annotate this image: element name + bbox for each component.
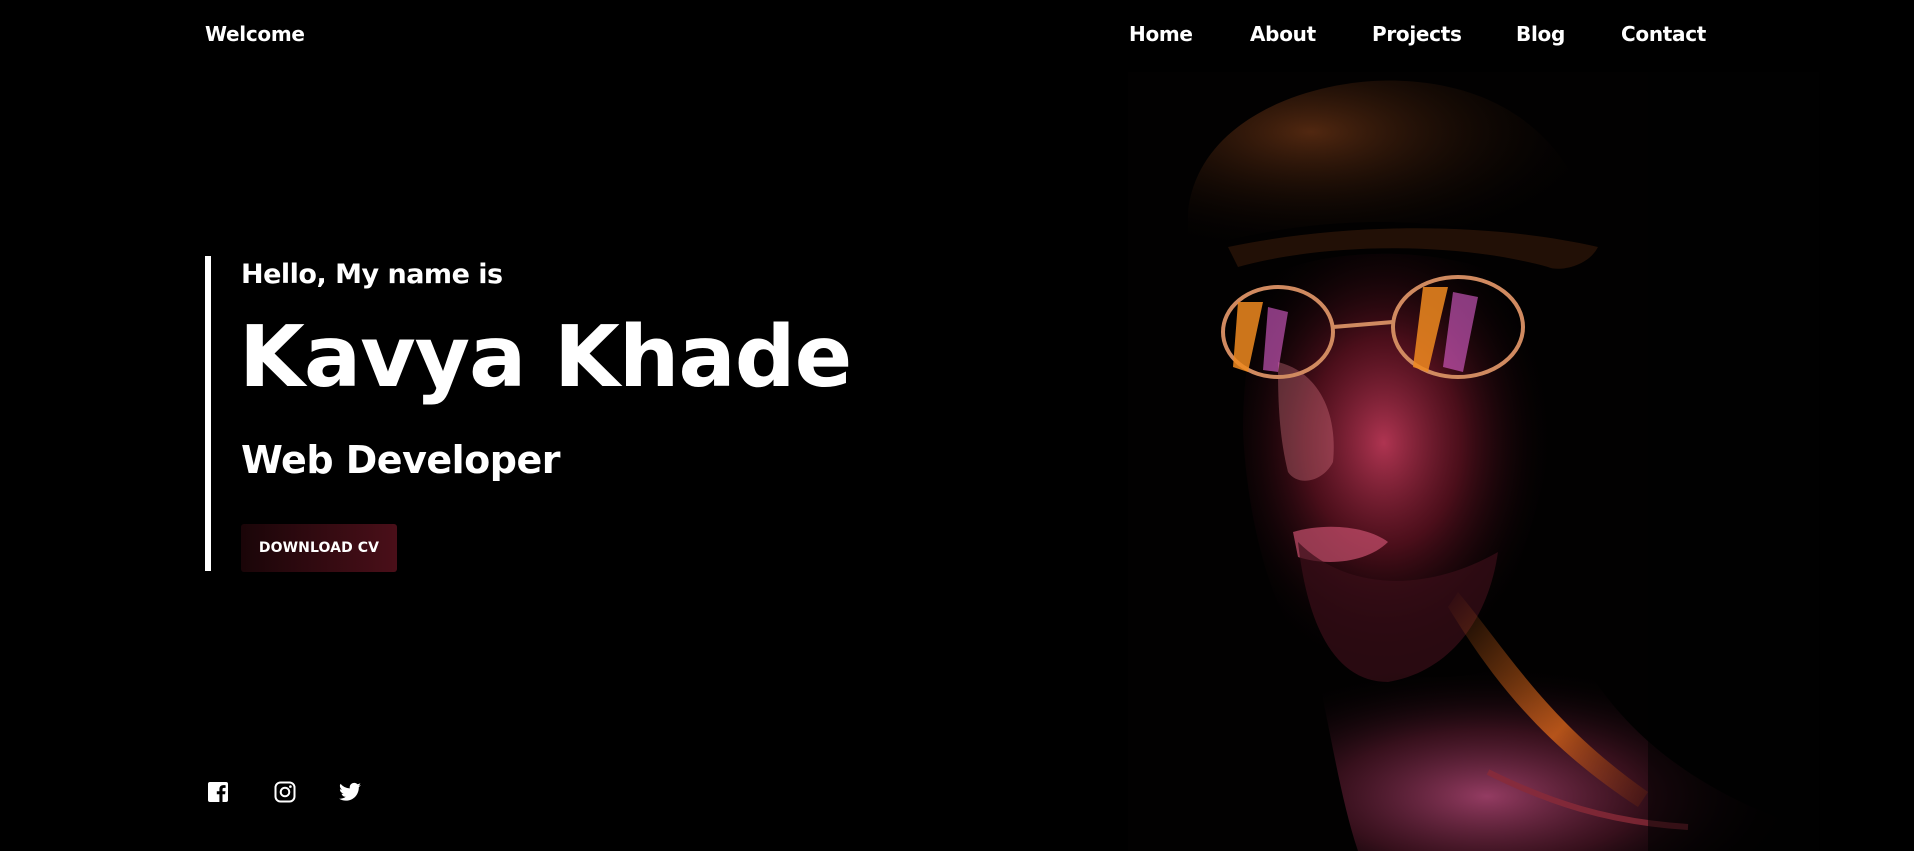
- social-links: [0, 780, 600, 804]
- twitter-icon: [339, 782, 361, 801]
- nav-item-contact[interactable]: Contact: [1621, 22, 1706, 46]
- hero-accent-bar: [205, 256, 211, 571]
- nav-item-projects[interactable]: Projects: [1372, 22, 1462, 46]
- facebook-link[interactable]: [206, 780, 230, 804]
- instagram-link[interactable]: [273, 780, 297, 804]
- nav-item-about[interactable]: About: [1250, 22, 1316, 46]
- hero-greeting: Hello, My name is: [241, 259, 503, 290]
- hero-portrait-image: [1128, 72, 1819, 851]
- main-nav: Home About Projects Blog Contact: [0, 22, 1914, 50]
- facebook-icon: [208, 782, 228, 802]
- nav-item-blog[interactable]: Blog: [1516, 22, 1565, 46]
- hero-role: Web Developer: [241, 438, 560, 482]
- nav-item-home[interactable]: Home: [1129, 22, 1193, 46]
- page: Welcome Home About Projects Blog Contact: [0, 0, 1914, 851]
- twitter-link[interactable]: [338, 780, 362, 804]
- instagram-icon: [274, 781, 296, 803]
- download-cv-button[interactable]: DOWNLOAD CV: [241, 524, 397, 572]
- hero-name: Kavya Khade: [239, 308, 852, 407]
